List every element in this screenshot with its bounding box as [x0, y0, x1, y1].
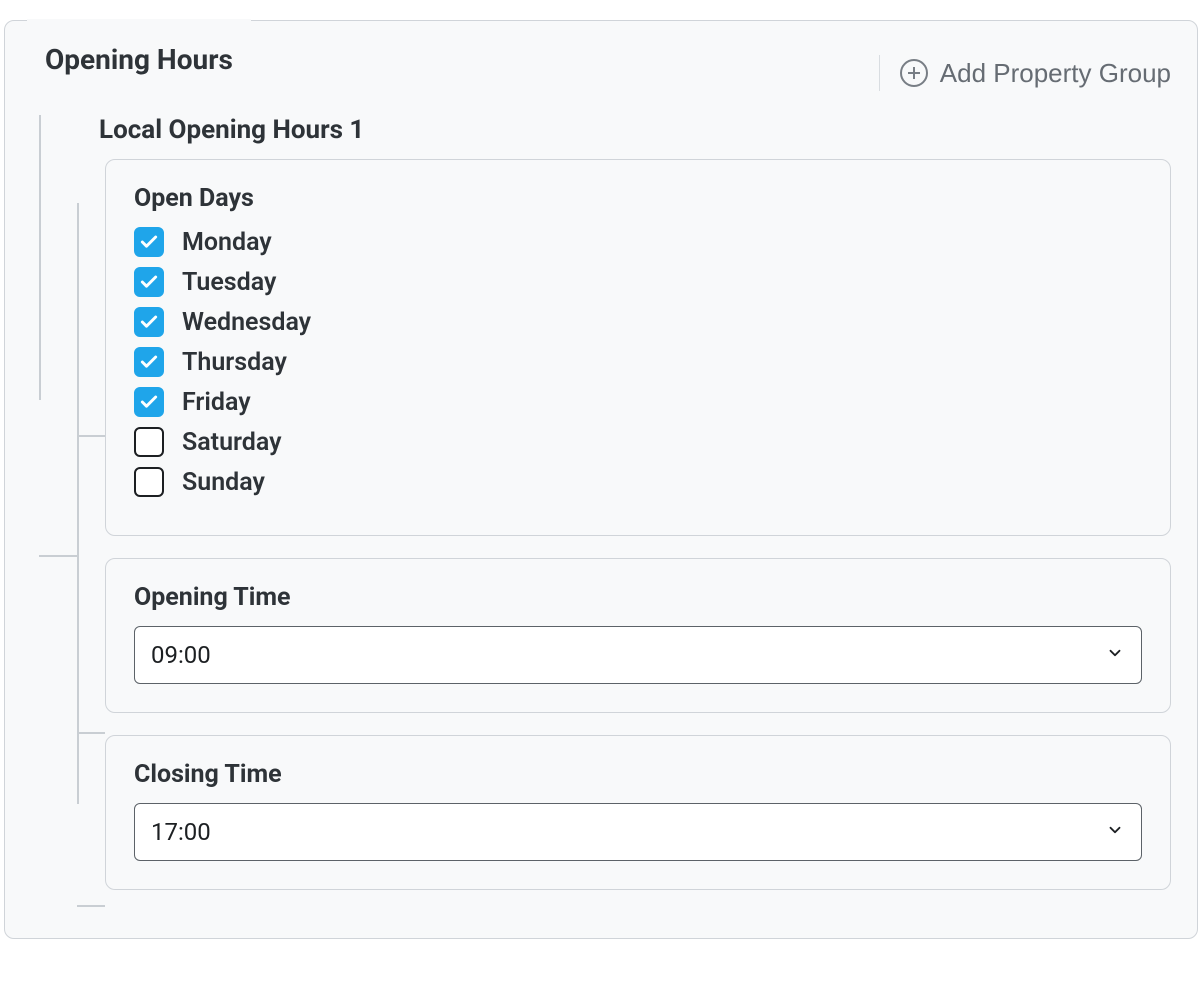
- day-label: Friday: [182, 388, 251, 417]
- closing-time-title: Closing Time: [134, 760, 1142, 789]
- tree-connector: [77, 435, 105, 437]
- day-label: Saturday: [182, 428, 282, 457]
- day-label: Thursday: [182, 348, 287, 377]
- opening-time-card: Opening Time 09:00: [105, 558, 1171, 713]
- open-days-title: Open Days: [134, 184, 1142, 213]
- day-label: Monday: [182, 228, 272, 257]
- day-label: Sunday: [182, 468, 265, 497]
- day-row: Friday: [134, 387, 1142, 417]
- opening-hours-panel: Opening Hours Add Property Group Local O…: [4, 20, 1198, 939]
- day-label: Wednesday: [182, 308, 311, 337]
- tree-connector: [77, 732, 105, 734]
- day-checkbox[interactable]: [134, 427, 164, 457]
- day-checkbox[interactable]: [134, 467, 164, 497]
- day-checkbox[interactable]: [134, 227, 164, 257]
- day-checkbox[interactable]: [134, 347, 164, 377]
- add-property-group-label: Add Property Group: [940, 58, 1171, 89]
- day-row: Wednesday: [134, 307, 1142, 337]
- opening-time-title: Opening Time: [134, 583, 1142, 612]
- subgroup-title: Local Opening Hours 1: [99, 115, 1171, 145]
- closing-time-card: Closing Time 17:00: [105, 735, 1171, 890]
- day-checkbox[interactable]: [134, 267, 164, 297]
- day-row: Saturday: [134, 427, 1142, 457]
- panel-title: Opening Hours: [27, 19, 251, 76]
- day-checkbox[interactable]: [134, 307, 164, 337]
- day-label: Tuesday: [182, 268, 276, 297]
- closing-time-select[interactable]: 17:00: [134, 803, 1142, 861]
- day-row: Sunday: [134, 467, 1142, 497]
- tree-connector: [77, 905, 105, 907]
- day-row: Monday: [134, 227, 1142, 257]
- opening-time-select[interactable]: 09:00: [134, 626, 1142, 684]
- plus-circle-icon: [900, 59, 928, 87]
- open-days-card: Open Days Monday Tuesday Wednesday Thursday…: [105, 159, 1171, 536]
- tree-line: [77, 203, 79, 804]
- day-row: Thursday: [134, 347, 1142, 377]
- day-row: Tuesday: [134, 267, 1142, 297]
- add-property-group-button[interactable]: Add Property Group: [879, 55, 1171, 91]
- local-opening-hours-group: Local Opening Hours 1 Open Days Monday Tu…: [39, 115, 1171, 890]
- day-checkbox[interactable]: [134, 387, 164, 417]
